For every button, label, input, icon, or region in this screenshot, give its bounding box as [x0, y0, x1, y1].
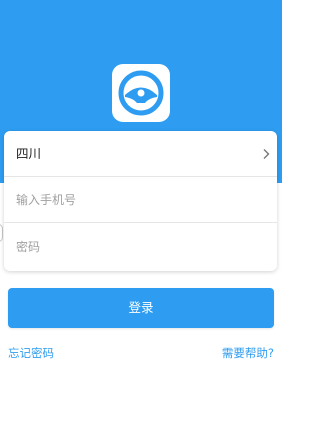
phone-field[interactable]: 输入手机号	[4, 177, 277, 223]
app-logo	[112, 64, 170, 122]
password-placeholder: 密码	[16, 240, 41, 254]
password-field[interactable]: 密码	[4, 223, 277, 271]
login-form-card: 四川 输入手机号 密码	[4, 131, 277, 271]
help-link[interactable]: 需要帮助?	[222, 346, 274, 360]
region-selector[interactable]: 四川	[4, 131, 277, 177]
side-handle	[0, 224, 3, 242]
steering-wheel-icon	[118, 70, 164, 116]
chevron-right-icon	[263, 148, 270, 159]
login-button[interactable]: 登录	[8, 288, 274, 328]
login-screen: 四川 输入手机号 密码 登录 忘记密码 需要帮助?	[0, 0, 282, 426]
forgot-password-link[interactable]: 忘记密码	[8, 346, 54, 360]
region-value: 四川	[16, 145, 42, 161]
phone-placeholder: 输入手机号	[16, 192, 77, 207]
